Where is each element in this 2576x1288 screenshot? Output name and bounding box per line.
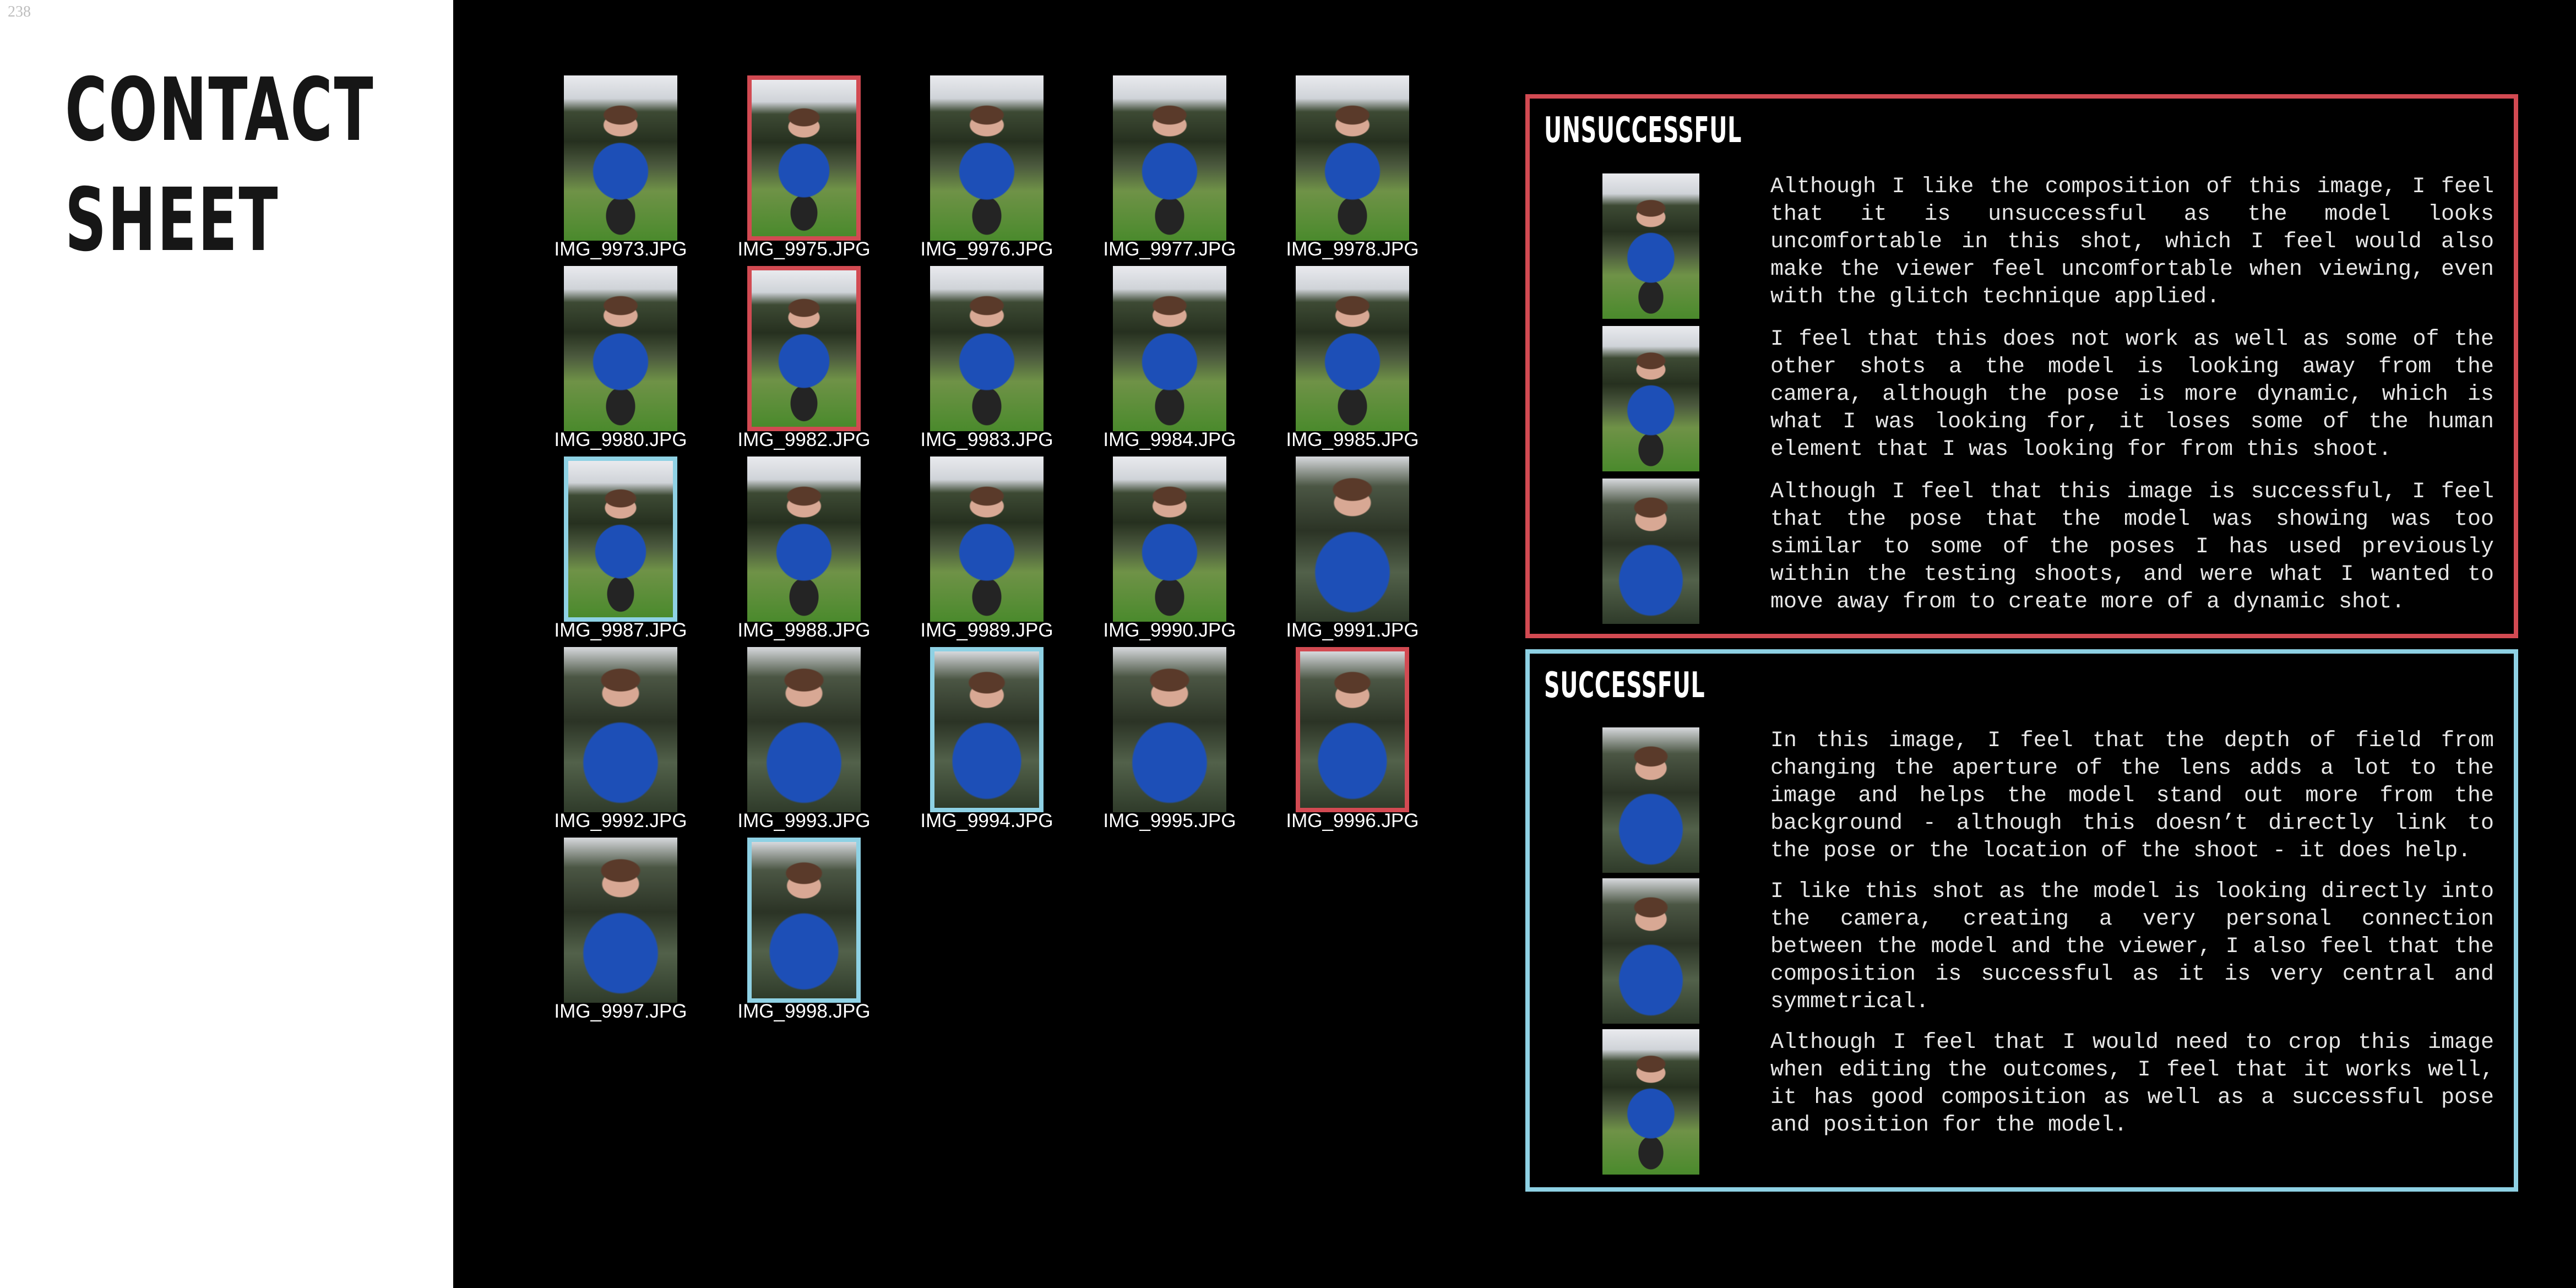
contact-thumbnail[interactable]: IMG_9978.JPG	[1286, 75, 1419, 260]
contact-thumbnail[interactable]: IMG_9976.JPG	[920, 75, 1053, 260]
contact-thumbnail[interactable]: IMG_9998.JPG	[737, 838, 871, 1022]
contact-thumbnail[interactable]: IMG_9977.JPG	[1103, 75, 1236, 260]
page-title: CONTACT SHEET	[65, 55, 534, 275]
title-line-1: CONTACT	[65, 59, 375, 161]
thumbnail-photo	[1296, 266, 1409, 431]
thumbnail-photo	[1296, 456, 1409, 622]
contact-thumbnail[interactable]: IMG_9990.JPG	[1103, 456, 1236, 641]
thumbnail-filename: IMG_9991.JPG	[1286, 619, 1419, 641]
thumbnail-filename: IMG_9978.JPG	[1286, 238, 1419, 260]
contact-thumbnail[interactable]: IMG_9992.JPG	[554, 647, 687, 832]
successful-photo-3	[1602, 1029, 1699, 1175]
thumbnail-filename: IMG_9985.JPG	[1286, 429, 1419, 450]
contact-thumbnail[interactable]: IMG_9985.JPG	[1286, 266, 1419, 450]
contact-thumbnail[interactable]: IMG_9995.JPG	[1103, 647, 1236, 832]
thumbnail-photo	[930, 647, 1044, 812]
thumbnail-filename: IMG_9973.JPG	[554, 238, 687, 260]
successful-heading: SUCCESSFUL	[1544, 665, 1705, 706]
thumbnail-photo	[747, 838, 861, 1003]
title-line-2: SHEET	[65, 170, 280, 271]
thumbnail-photo	[747, 75, 861, 241]
contact-thumbnail[interactable]: IMG_9994.JPG	[920, 647, 1053, 832]
page-number: 238	[8, 3, 31, 20]
thumbnail-filename: IMG_9990.JPG	[1103, 619, 1236, 641]
contact-thumbnail[interactable]: IMG_9988.JPG	[737, 456, 871, 641]
thumbnail-filename: IMG_9976.JPG	[920, 238, 1053, 260]
thumbnail-photo	[1296, 75, 1409, 241]
thumbnail-filename: IMG_9995.JPG	[1103, 810, 1236, 832]
unsuccessful-photo-3	[1602, 479, 1699, 624]
thumbnail-photo	[930, 75, 1044, 241]
unsuccessful-text-2: I feel that this does not work as well a…	[1770, 327, 2494, 462]
thumbnail-filename: IMG_9996.JPG	[1286, 810, 1419, 832]
contact-thumbnail[interactable]: IMG_9983.JPG	[920, 266, 1053, 450]
thumbnail-filename: IMG_9982.JPG	[737, 429, 871, 450]
contact-thumbnail[interactable]: IMG_9980.JPG	[554, 266, 687, 450]
thumbnail-filename: IMG_9988.JPG	[737, 619, 871, 641]
unsuccessful-text-1: Although I like the composition of this …	[1770, 175, 2494, 309]
contact-thumbnail[interactable]: IMG_9982.JPG	[737, 266, 871, 450]
thumbnail-photo	[1113, 266, 1226, 431]
thumbnail-filename: IMG_9998.JPG	[737, 1001, 871, 1022]
thumbnail-photo	[564, 456, 677, 622]
thumbnail-filename: IMG_9993.JPG	[737, 810, 871, 832]
unsuccessful-photo-1	[1602, 173, 1699, 319]
successful-photo-1	[1602, 727, 1699, 873]
successful-text-3: Although I feel that I would need to cro…	[1770, 1030, 2494, 1138]
thumbnail-photo	[564, 838, 677, 1003]
thumbnail-photo	[564, 75, 677, 241]
left-panel: 238 CONTACT SHEET	[0, 0, 453, 1288]
thumbnail-filename: IMG_9992.JPG	[554, 810, 687, 832]
thumbnail-filename: IMG_9977.JPG	[1103, 238, 1236, 260]
thumbnail-photo	[747, 647, 861, 812]
thumbnail-photo	[1113, 75, 1226, 241]
thumbnail-filename: IMG_9980.JPG	[554, 429, 687, 450]
thumbnail-filename: IMG_9975.JPG	[737, 238, 871, 260]
contact-thumbnail[interactable]: IMG_9975.JPG	[737, 75, 871, 260]
thumbnail-filename: IMG_9994.JPG	[920, 810, 1053, 832]
successful-text-1: In this image, I feel that the depth of …	[1770, 729, 2494, 863]
contact-thumbnail[interactable]: IMG_9991.JPG	[1286, 456, 1419, 641]
successful-text-2: I like this shot as the model is looking…	[1770, 879, 2494, 1014]
thumbnail-photo	[564, 266, 677, 431]
thumbnail-filename: IMG_9984.JPG	[1103, 429, 1236, 450]
thumbnail-photo	[1296, 647, 1409, 812]
thumbnail-filename: IMG_9989.JPG	[920, 619, 1053, 641]
contact-thumbnail[interactable]: IMG_9973.JPG	[554, 75, 687, 260]
unsuccessful-panel: UNSUCCESSFUL Although I like the composi…	[1525, 94, 2518, 638]
thumbnail-photo	[930, 456, 1044, 622]
thumbnail-photo	[564, 647, 677, 812]
thumbnail-photo	[930, 266, 1044, 431]
contact-thumbnail[interactable]: IMG_9996.JPG	[1286, 647, 1419, 832]
contact-thumbnail[interactable]: IMG_9984.JPG	[1103, 266, 1236, 450]
thumbnail-photo	[1113, 456, 1226, 622]
unsuccessful-text-3: Although I feel that this image is succe…	[1770, 480, 2494, 615]
thumbnail-filename: IMG_9997.JPG	[554, 1001, 687, 1022]
contact-thumbnail[interactable]: IMG_9989.JPG	[920, 456, 1053, 641]
contact-thumbnail[interactable]: IMG_9993.JPG	[737, 647, 871, 832]
unsuccessful-heading: UNSUCCESSFUL	[1544, 110, 1742, 151]
thumbnail-filename: IMG_9983.JPG	[920, 429, 1053, 450]
thumbnail-photo	[1113, 647, 1226, 812]
thumbnail-photo	[747, 456, 861, 622]
unsuccessful-photo-2	[1602, 326, 1699, 471]
thumbnail-filename: IMG_9987.JPG	[554, 619, 687, 641]
contact-thumbnail[interactable]: IMG_9987.JPG	[554, 456, 687, 641]
thumbnail-photo	[747, 266, 861, 431]
contact-thumbnail[interactable]: IMG_9997.JPG	[554, 838, 687, 1022]
successful-panel: SUCCESSFUL In this image, I feel that th…	[1525, 649, 2518, 1192]
successful-photo-2	[1602, 878, 1699, 1024]
